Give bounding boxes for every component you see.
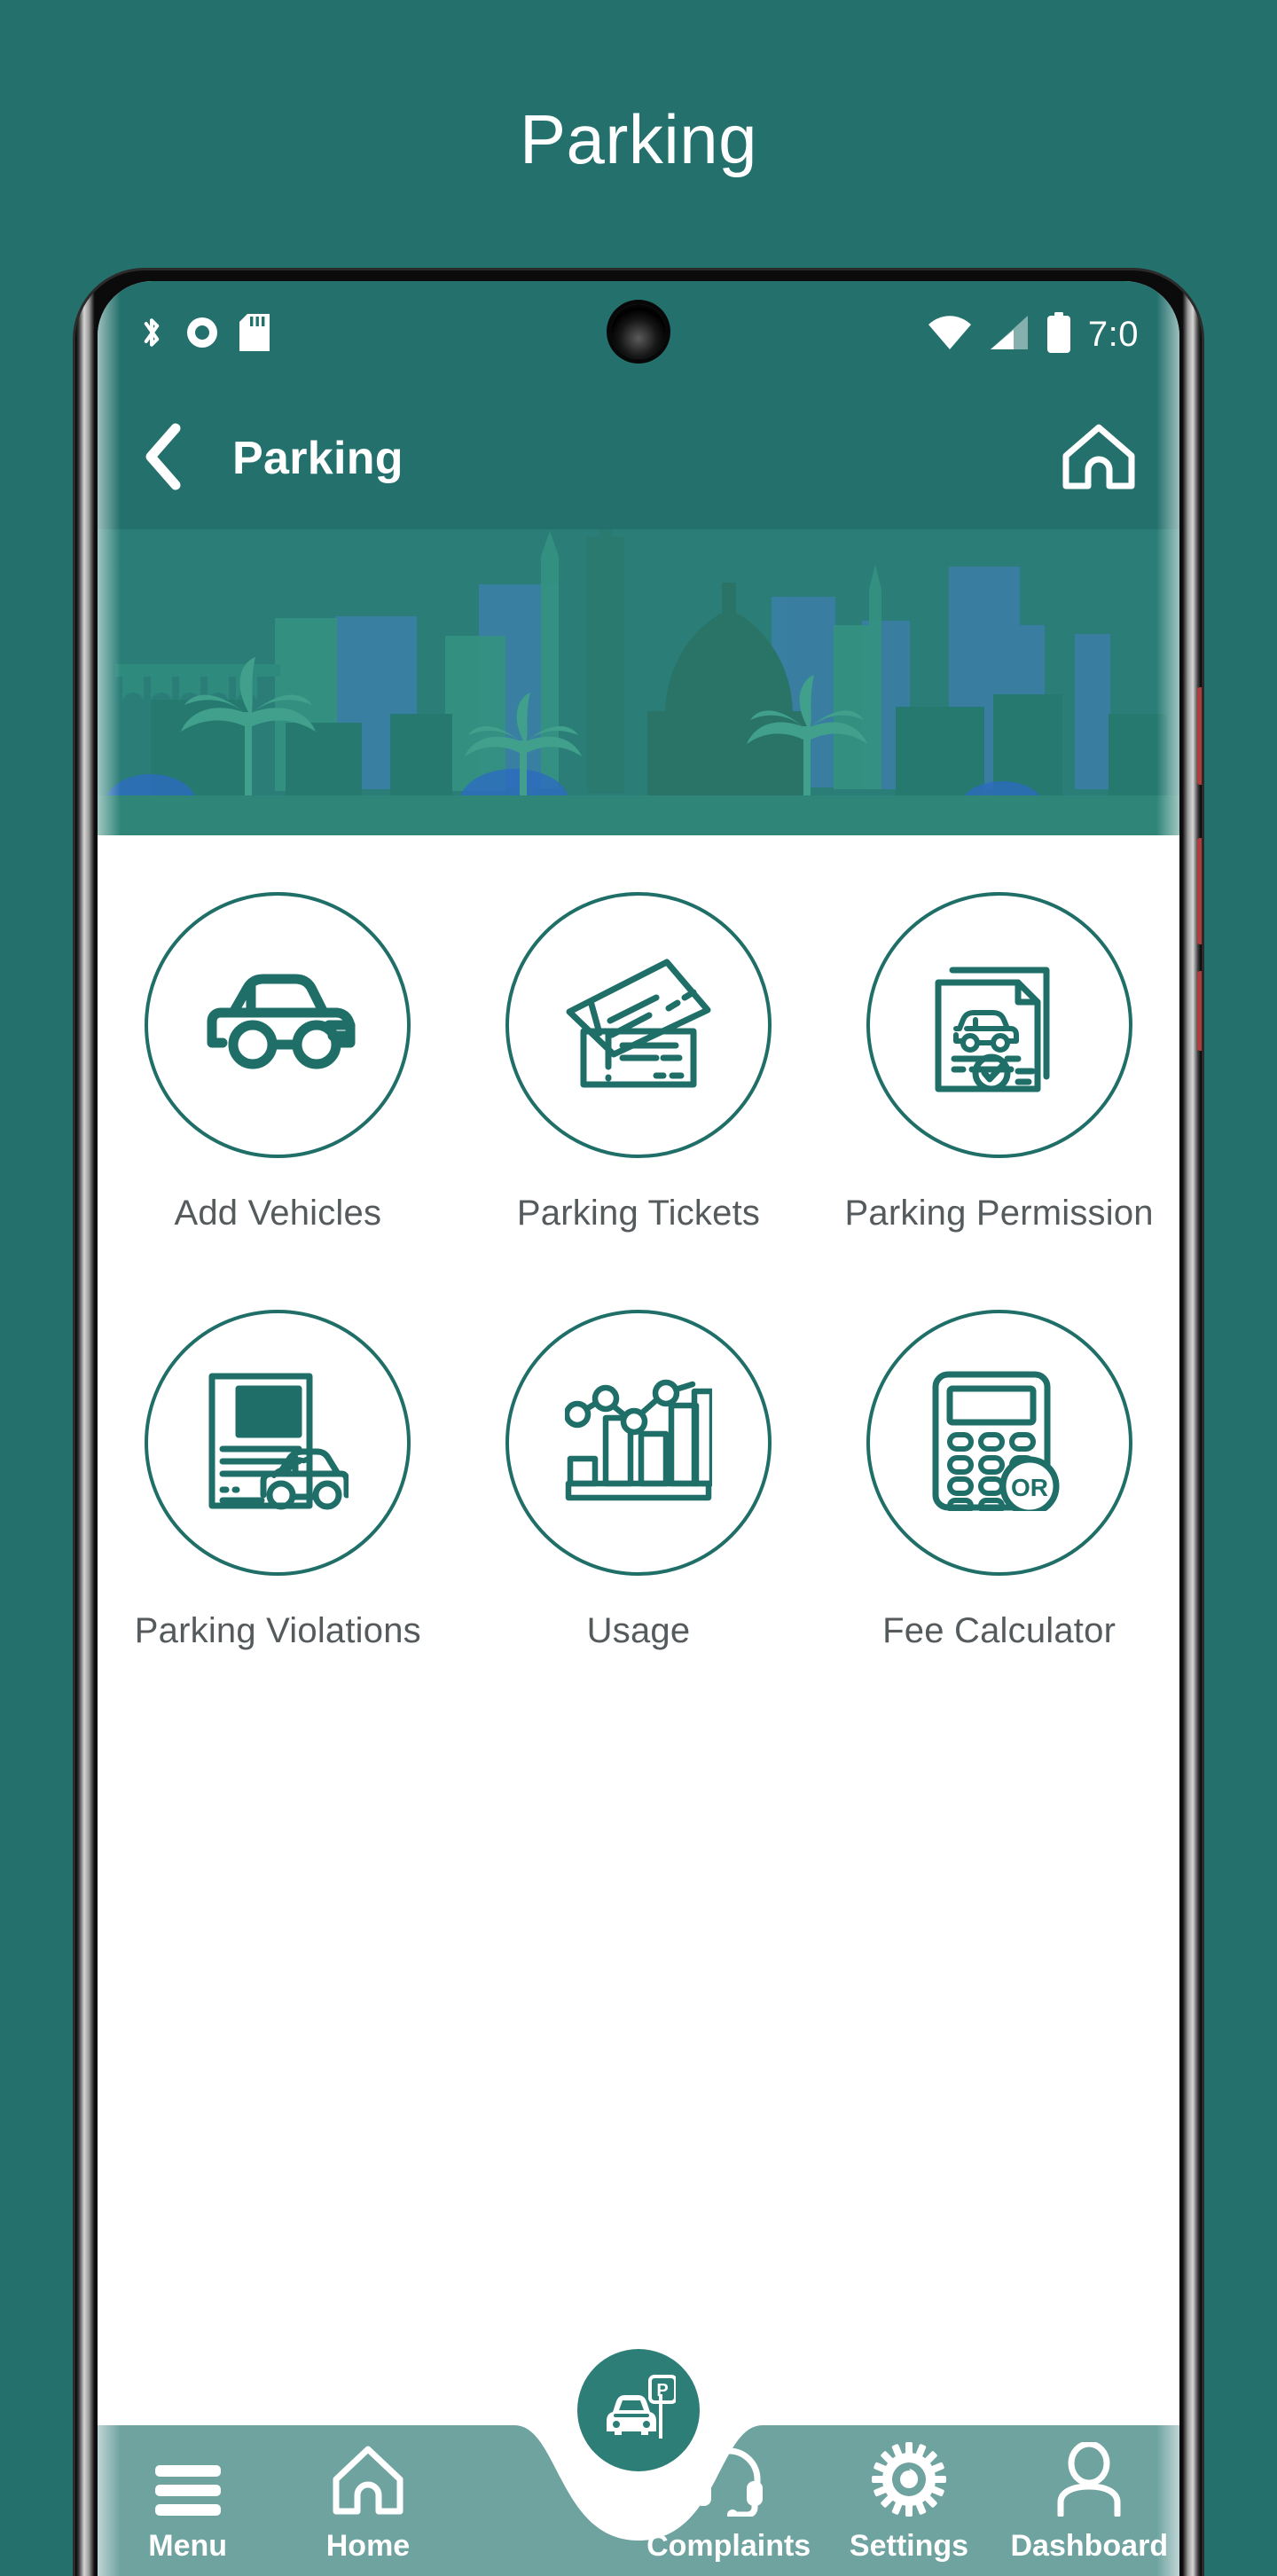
phone-screen: 7:0 Parking Add Vehicles Parking Tickets… — [98, 281, 1179, 2576]
front-camera — [611, 304, 666, 359]
page-title: Parking — [520, 100, 757, 178]
status-bar-clock: 7:0 — [1087, 314, 1139, 354]
tile-circle — [505, 892, 772, 1158]
tile-label: Parking Permission — [844, 1194, 1154, 1233]
chevron-left-icon[interactable] — [140, 423, 186, 495]
tile-label: Fee Calculator — [882, 1611, 1116, 1650]
permission-document-icon — [933, 952, 1066, 1099]
tile-label: Usage — [586, 1611, 691, 1650]
nav-item-home[interactable]: Home — [278, 2435, 458, 2564]
battery-icon — [1046, 311, 1072, 357]
tile-parking-violations[interactable]: Parking Violations — [98, 1310, 458, 1651]
car-parking-sign-icon: P — [607, 2375, 676, 2439]
person-icon — [1055, 2435, 1123, 2517]
cellular-signal-icon — [989, 314, 1030, 356]
home-icon[interactable] — [1061, 422, 1137, 496]
svg-text:OR: OR — [1011, 1474, 1048, 1501]
tile-label: Add Vehicles — [174, 1194, 382, 1233]
sd-card-icon — [239, 313, 270, 356]
tile-circle: OR — [866, 1310, 1132, 1576]
record-icon — [184, 315, 220, 355]
headset-icon — [692, 2435, 766, 2517]
tile-parking-tickets[interactable]: Parking Tickets — [458, 892, 819, 1233]
app-bar-title: Parking — [232, 433, 403, 484]
tile-circle — [866, 892, 1132, 1158]
home-icon — [331, 2435, 405, 2517]
feature-grid-row-1: Add Vehicles Parking Tickets Parking Per… — [98, 892, 1179, 1233]
gear-icon — [871, 2435, 946, 2517]
tile-circle — [505, 1310, 772, 1576]
app-bar: Parking — [98, 388, 1179, 529]
tile-parking-permission[interactable]: Parking Permission — [819, 892, 1179, 1233]
calculator-or-icon: OR — [932, 1371, 1067, 1515]
nav-item-settings[interactable]: Settings — [819, 2435, 999, 2564]
tile-label: Parking Violations — [134, 1611, 421, 1650]
nav-item-label: Menu — [148, 2529, 228, 2563]
hardware-button-top[interactable] — [1197, 687, 1202, 785]
bottom-navigation-bar: P Menu Home Complaints Settings Dashboar… — [98, 2349, 1179, 2576]
svg-text:P: P — [656, 2381, 668, 2400]
tickets-icon — [564, 957, 713, 1094]
phone-left-rail — [75, 270, 95, 2576]
nav-item-label: Dashboard — [1010, 2529, 1169, 2563]
hardware-button-volume[interactable] — [1197, 838, 1202, 944]
wifi-icon — [927, 314, 973, 356]
phone-mockup: 7:0 Parking Add Vehicles Parking Tickets… — [75, 270, 1202, 2576]
tile-fee-calculator[interactable]: OR Fee Calculator — [819, 1310, 1179, 1651]
bar-chart-icon — [563, 1379, 716, 1507]
tile-usage[interactable]: Usage — [458, 1310, 819, 1651]
parking-fab[interactable]: P — [577, 2349, 700, 2471]
feature-grid: Add Vehicles Parking Tickets Parking Per… — [98, 835, 1179, 1651]
status-bar: 7:0 — [98, 281, 1179, 388]
car-icon — [198, 974, 357, 1077]
nav-item-label: Home — [325, 2529, 411, 2563]
tile-circle — [145, 892, 411, 1158]
tile-add-vehicles[interactable]: Add Vehicles — [98, 892, 458, 1233]
bluetooth-icon — [138, 315, 165, 355]
tile-label: Parking Tickets — [516, 1194, 761, 1233]
nav-item-label: Complaints — [646, 2529, 811, 2563]
violation-document-icon — [207, 1371, 350, 1515]
tile-circle — [145, 1310, 411, 1576]
hardware-button-power[interactable] — [1197, 971, 1202, 1051]
nav-item-label: Settings — [849, 2529, 969, 2563]
phone-right-rail — [1182, 270, 1202, 2576]
city-skyline-banner — [98, 529, 1179, 835]
feature-grid-row-2: Parking Violations Usage OR Fee Calculat… — [98, 1310, 1179, 1651]
hamburger-menu-icon — [153, 2435, 223, 2517]
nav-item-menu[interactable]: Menu — [98, 2435, 278, 2564]
nav-item-dashboard[interactable]: Dashboard — [999, 2435, 1179, 2564]
